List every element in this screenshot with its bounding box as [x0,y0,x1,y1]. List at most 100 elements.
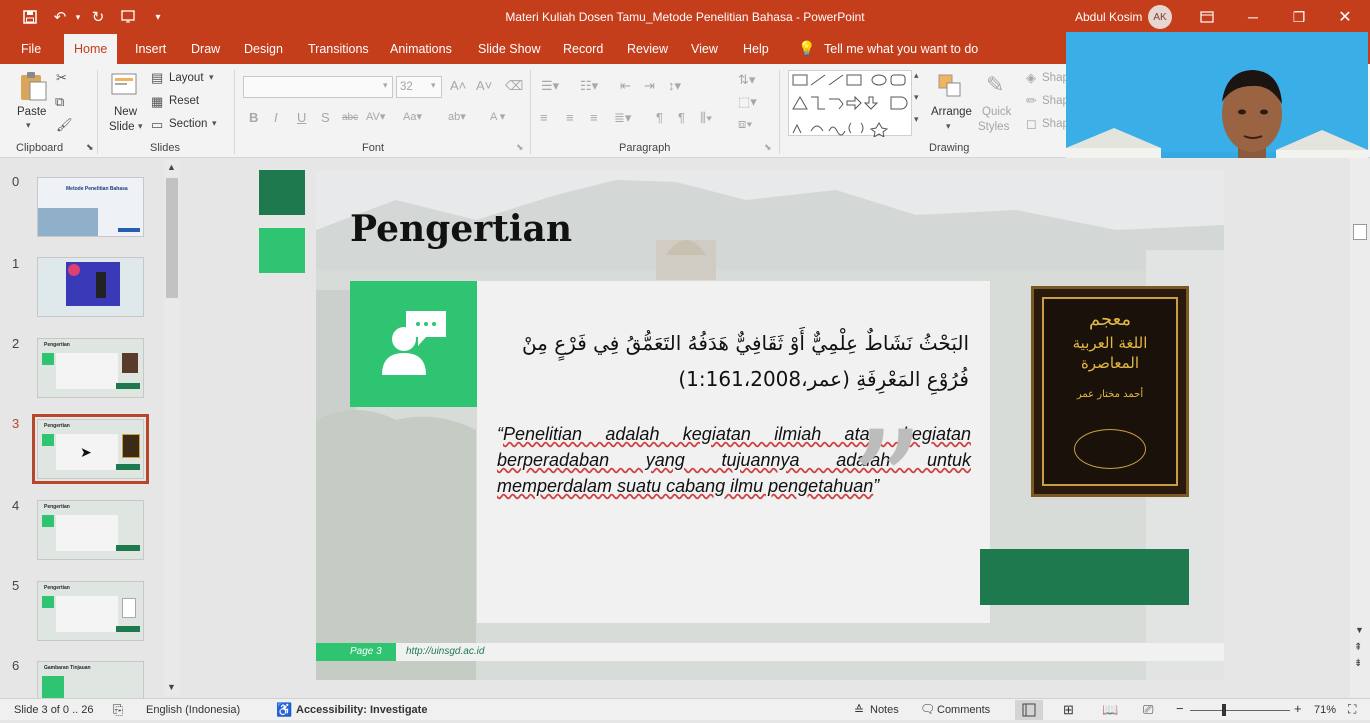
next-slide-icon[interactable]: ⇟ [1354,658,1362,669]
shape-outline-icon[interactable]: ✏ [1026,93,1037,109]
shape-outline-button[interactable]: Shap [1042,95,1069,107]
shape-fill-icon[interactable]: ◈ [1026,70,1036,86]
tab-record[interactable]: Record [563,42,603,56]
shapes-gallery[interactable] [788,70,912,139]
thumbnail-scrollbar[interactable]: ▲ ▼ [164,160,180,696]
numbering-icon[interactable]: ☷▾ [580,78,598,94]
shapes-scroll-down-icon[interactable]: ▾ [914,92,919,103]
increase-indent-icon[interactable]: ⇥ [644,78,655,94]
tab-animations[interactable]: Animations [390,42,452,56]
tab-design[interactable]: Design [244,42,283,56]
slide-thumbnail-4[interactable]: Pengertian [37,500,144,560]
align-right-icon[interactable]: ≡ [590,110,598,125]
tab-home[interactable]: Home [64,34,118,64]
font-launcher-icon[interactable]: ⬊ [516,142,524,153]
italic-icon[interactable]: I [274,110,278,125]
scroll-thumb[interactable] [166,178,178,298]
font-size-dropdown-icon[interactable]: ▾ [431,80,436,91]
notes-button[interactable]: Notes [870,704,899,716]
zoom-level[interactable]: 71% [1314,704,1336,716]
underline-icon[interactable]: U [297,110,306,125]
slide-thumbnail-3-selected[interactable]: Pengertian ➤ [32,414,149,484]
tab-review[interactable]: Review [627,42,668,56]
shape-effects-button[interactable]: Shap [1042,118,1069,130]
font-color-icon[interactable]: A ▾ [490,110,505,123]
layout-button[interactable]: Layout [169,72,204,84]
paragraph-launcher-icon[interactable]: ⬊ [764,142,772,153]
align-left-icon[interactable]: ≡ [540,110,548,125]
slide-thumbnail-5[interactable]: Pengertian [37,581,144,641]
bullets-icon[interactable]: ☰▾ [541,78,559,94]
section-button[interactable]: Section [169,118,207,130]
highlight-icon[interactable]: ab▾ [448,110,466,123]
layout-icon[interactable]: ▤ [151,70,163,86]
zoom-in-icon[interactable]: + [1294,701,1302,716]
scroll-down-icon[interactable]: ▼ [1355,625,1364,635]
accessibility-status[interactable]: Accessibility: Investigate [296,704,427,716]
rtl-icon[interactable]: ¶ [678,110,685,125]
spell-check-icon[interactable]: ⎘ [113,702,123,718]
shapes-more-icon[interactable]: ▾ [914,114,919,125]
fit-slide-icon[interactable]: ⛶ [1348,702,1356,717]
slide-title[interactable]: Pengertian [350,208,572,250]
shape-fill-button[interactable]: Shap [1042,72,1069,84]
new-slide-icon[interactable] [110,70,140,98]
new-slide-label-1[interactable]: New [114,106,137,118]
reset-icon[interactable]: ▦ [151,94,163,110]
footer-url[interactable]: http://uinsgd.ac.id [406,646,484,657]
shape-effects-icon[interactable]: ◻ [1026,116,1037,132]
arrange-icon[interactable] [936,72,964,100]
quick-styles-label-1[interactable]: Quick [982,106,1011,118]
scroll-up-icon[interactable]: ▲ [167,162,176,172]
tell-me-search[interactable]: Tell me what you want to do [824,42,978,56]
bold-icon[interactable]: B [249,110,258,125]
comments-icon[interactable]: 🗨 [920,702,935,716]
text-direction-icon[interactable]: ⇅▾ [738,72,755,88]
ltr-icon[interactable]: ¶ [656,110,663,125]
close-icon[interactable]: ✕ [1334,6,1356,28]
justify-icon[interactable]: ≣▾ [614,110,631,126]
section-dropdown-icon[interactable]: ▾ [212,118,217,129]
font-name-dropdown-icon[interactable]: ▾ [383,80,388,91]
cut-icon[interactable]: ✂ [56,70,67,86]
reset-button[interactable]: Reset [169,95,199,107]
columns-icon[interactable]: ⫼▾ [700,110,712,126]
slide-show-icon[interactable]: ⎚ [1143,702,1153,718]
format-painter-icon[interactable]: 🖌 [56,117,73,133]
minimize-icon[interactable]: ─ [1242,6,1264,28]
user-name[interactable]: Abdul Kosim [1075,10,1142,24]
slide-thumbnail-1[interactable] [37,257,144,317]
character-spacing-icon[interactable]: AV▾ [366,110,385,123]
quick-styles-icon[interactable]: ✎ [986,72,1004,98]
decrease-font-icon[interactable]: A˅ [476,78,492,93]
scroll-down-icon[interactable]: ▼ [167,682,176,692]
scroll-thumb[interactable] [1353,224,1367,240]
new-slide-label-2[interactable]: Slide [109,121,135,133]
tab-insert[interactable]: Insert [135,42,166,56]
quick-styles-label-2[interactable]: Styles [978,121,1009,133]
paste-button[interactable]: Paste [17,106,46,118]
paste-dropdown-icon[interactable]: ▾ [26,120,31,131]
slide-thumbnail-6[interactable]: Gambaran Tinjauan [37,661,144,698]
section-icon[interactable]: ▭ [151,117,163,133]
slide-thumbnail-0[interactable]: Metode Penelitian Bahasa [37,177,144,237]
ribbon-display-icon[interactable] [1196,6,1218,28]
slide-sorter-icon[interactable]: ⊞ [1063,702,1074,718]
shadow-icon[interactable]: S [321,110,330,125]
smartart-icon[interactable]: ⧈▾ [738,116,753,132]
current-slide[interactable]: Pengertian البَحْثُ نَشَاطٌ عِلْمِيٌّ أَ… [316,170,1224,680]
tab-transitions[interactable]: Transitions [308,42,369,56]
normal-view-button[interactable] [1015,700,1043,720]
tab-slide-show[interactable]: Slide Show [478,42,541,56]
new-slide-dropdown-icon[interactable]: ▾ [138,121,143,132]
zoom-slider[interactable] [1190,710,1290,711]
previous-slide-icon[interactable]: ⇞ [1354,642,1362,653]
arrange-dropdown-icon[interactable]: ▾ [946,121,951,132]
strikethrough-icon[interactable]: abc [342,112,358,123]
comments-button[interactable]: Comments [937,704,990,716]
layout-dropdown-icon[interactable]: ▾ [209,72,214,83]
accessibility-icon[interactable]: ♿ [276,702,292,718]
zoom-out-icon[interactable]: − [1176,701,1184,716]
slide-scrollbar[interactable]: ▼ ⇞ ⇟ [1350,158,1370,698]
font-name-box[interactable] [243,76,393,98]
